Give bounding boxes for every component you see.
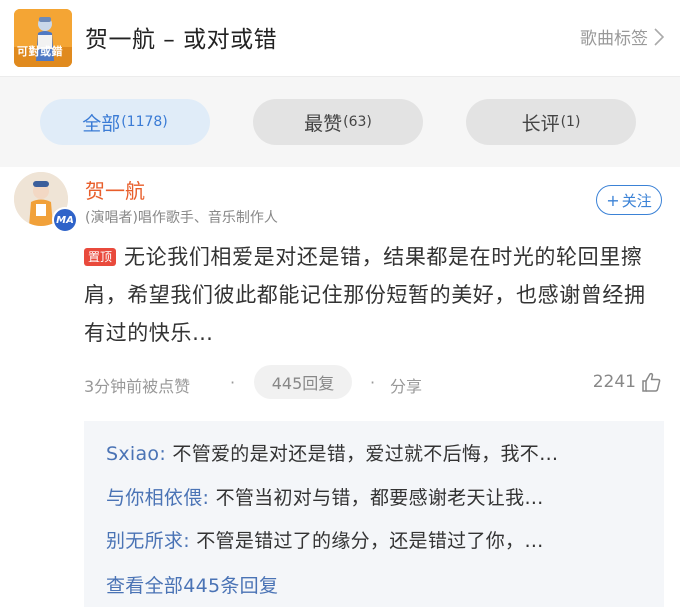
song-title: 贺一航 – 或对或错 <box>85 27 278 53</box>
reply-button[interactable]: 445回复 <box>254 365 352 399</box>
thumbs-up-icon <box>642 372 661 392</box>
comment-filter-bar: 全部 (1178) 最赞 (63) 长评 (1) <box>0 77 680 167</box>
musician-badge-icon: MA <box>52 207 78 233</box>
reply-text: 不管当初对与错，都要感谢老天让我… <box>215 487 544 509</box>
song-header: 可對或錯 贺一航 – 或对或错 歌曲标签 <box>0 0 680 77</box>
reply-preview-item[interactable]: 与你相依偎: 不管当初对与错，都要感谢老天让我… <box>106 483 544 510</box>
like-button[interactable]: 2241 <box>593 371 662 393</box>
song-tags-link[interactable]: 歌曲标签 <box>580 24 664 49</box>
reply-preview-box: Sxiao: 不管爱的是对还是错，爱过就不后悔，我不… 与你相依偎: 不管当初对… <box>84 421 664 607</box>
tab-long-reviews[interactable]: 长评 (1) <box>466 99 636 145</box>
chevron-right-icon <box>654 27 664 46</box>
tab-all-label: 全部 <box>82 112 121 135</box>
follow-label: 关注 <box>621 191 652 210</box>
reply-text: 不管爱的是对还是错，爱过就不后悔，我不… <box>172 443 559 465</box>
like-count: 2241 <box>592 372 636 392</box>
comment-text: 无论我们相爱是对还是错，结果都是在时光的轮回里擦肩，希望我们彼此都能记住那份短暂… <box>84 245 646 345</box>
tab-long-reviews-count: (1) <box>560 114 581 130</box>
tab-top-liked[interactable]: 最赞 (63) <box>253 99 423 145</box>
comment-user-name[interactable]: 贺一航 <box>85 175 145 204</box>
reply-user-name[interactable]: 别无所求 <box>106 530 183 552</box>
reply-text: 不管是错过了的缘分，还是错过了你，… <box>196 530 544 552</box>
reply-count: 445回复 <box>271 374 335 393</box>
view-all-replies-link[interactable]: 查看全部445条回复 <box>106 571 278 598</box>
reply-preview-item[interactable]: 别无所求: 不管是错过了的缘分，还是错过了你，… <box>106 526 544 553</box>
tab-all[interactable]: 全部 (1178) <box>40 99 210 145</box>
tab-top-liked-count: (63) <box>343 114 372 130</box>
separator-dot: · <box>230 373 236 392</box>
reply-preview-item[interactable]: Sxiao: 不管爱的是对还是错，爱过就不后悔，我不… <box>106 439 558 466</box>
follow-button[interactable]: + 关注 <box>596 185 662 215</box>
separator-dot: · <box>370 373 376 392</box>
tab-top-liked-label: 最赞 <box>304 112 343 135</box>
comment-user-role: (演唱者)唱作歌手、音乐制作人 <box>85 210 278 226</box>
tab-all-count: (1178) <box>121 114 168 130</box>
comment-text-block: 置顶 无论我们相爱是对还是错，结果都是在时光的轮回里擦肩，希望我们彼此都能记住那份… <box>84 238 664 352</box>
album-cover-text: 可對或錯 <box>17 45 63 58</box>
reply-user-name[interactable]: Sxiao <box>106 443 159 465</box>
share-button[interactable]: 分享 <box>390 373 422 397</box>
comment-meta-bar: 3分钟前被点赞 · 445回复 · 分享 2241 <box>84 365 664 401</box>
reply-user-name[interactable]: 与你相依偎 <box>106 487 203 509</box>
plus-icon: + <box>606 190 620 210</box>
pinned-badge: 置顶 <box>84 248 117 266</box>
song-tags-label: 歌曲标签 <box>580 29 648 49</box>
comment-item: MA 贺一航 (演唱者)唱作歌手、音乐制作人 + 关注 置顶 无论我们相爱是对还是错… <box>0 167 680 607</box>
tab-long-reviews-label: 长评 <box>521 112 560 135</box>
album-cover[interactable]: 可對或錯 <box>14 9 72 67</box>
comment-time: 3分钟前被点赞 <box>84 377 191 396</box>
